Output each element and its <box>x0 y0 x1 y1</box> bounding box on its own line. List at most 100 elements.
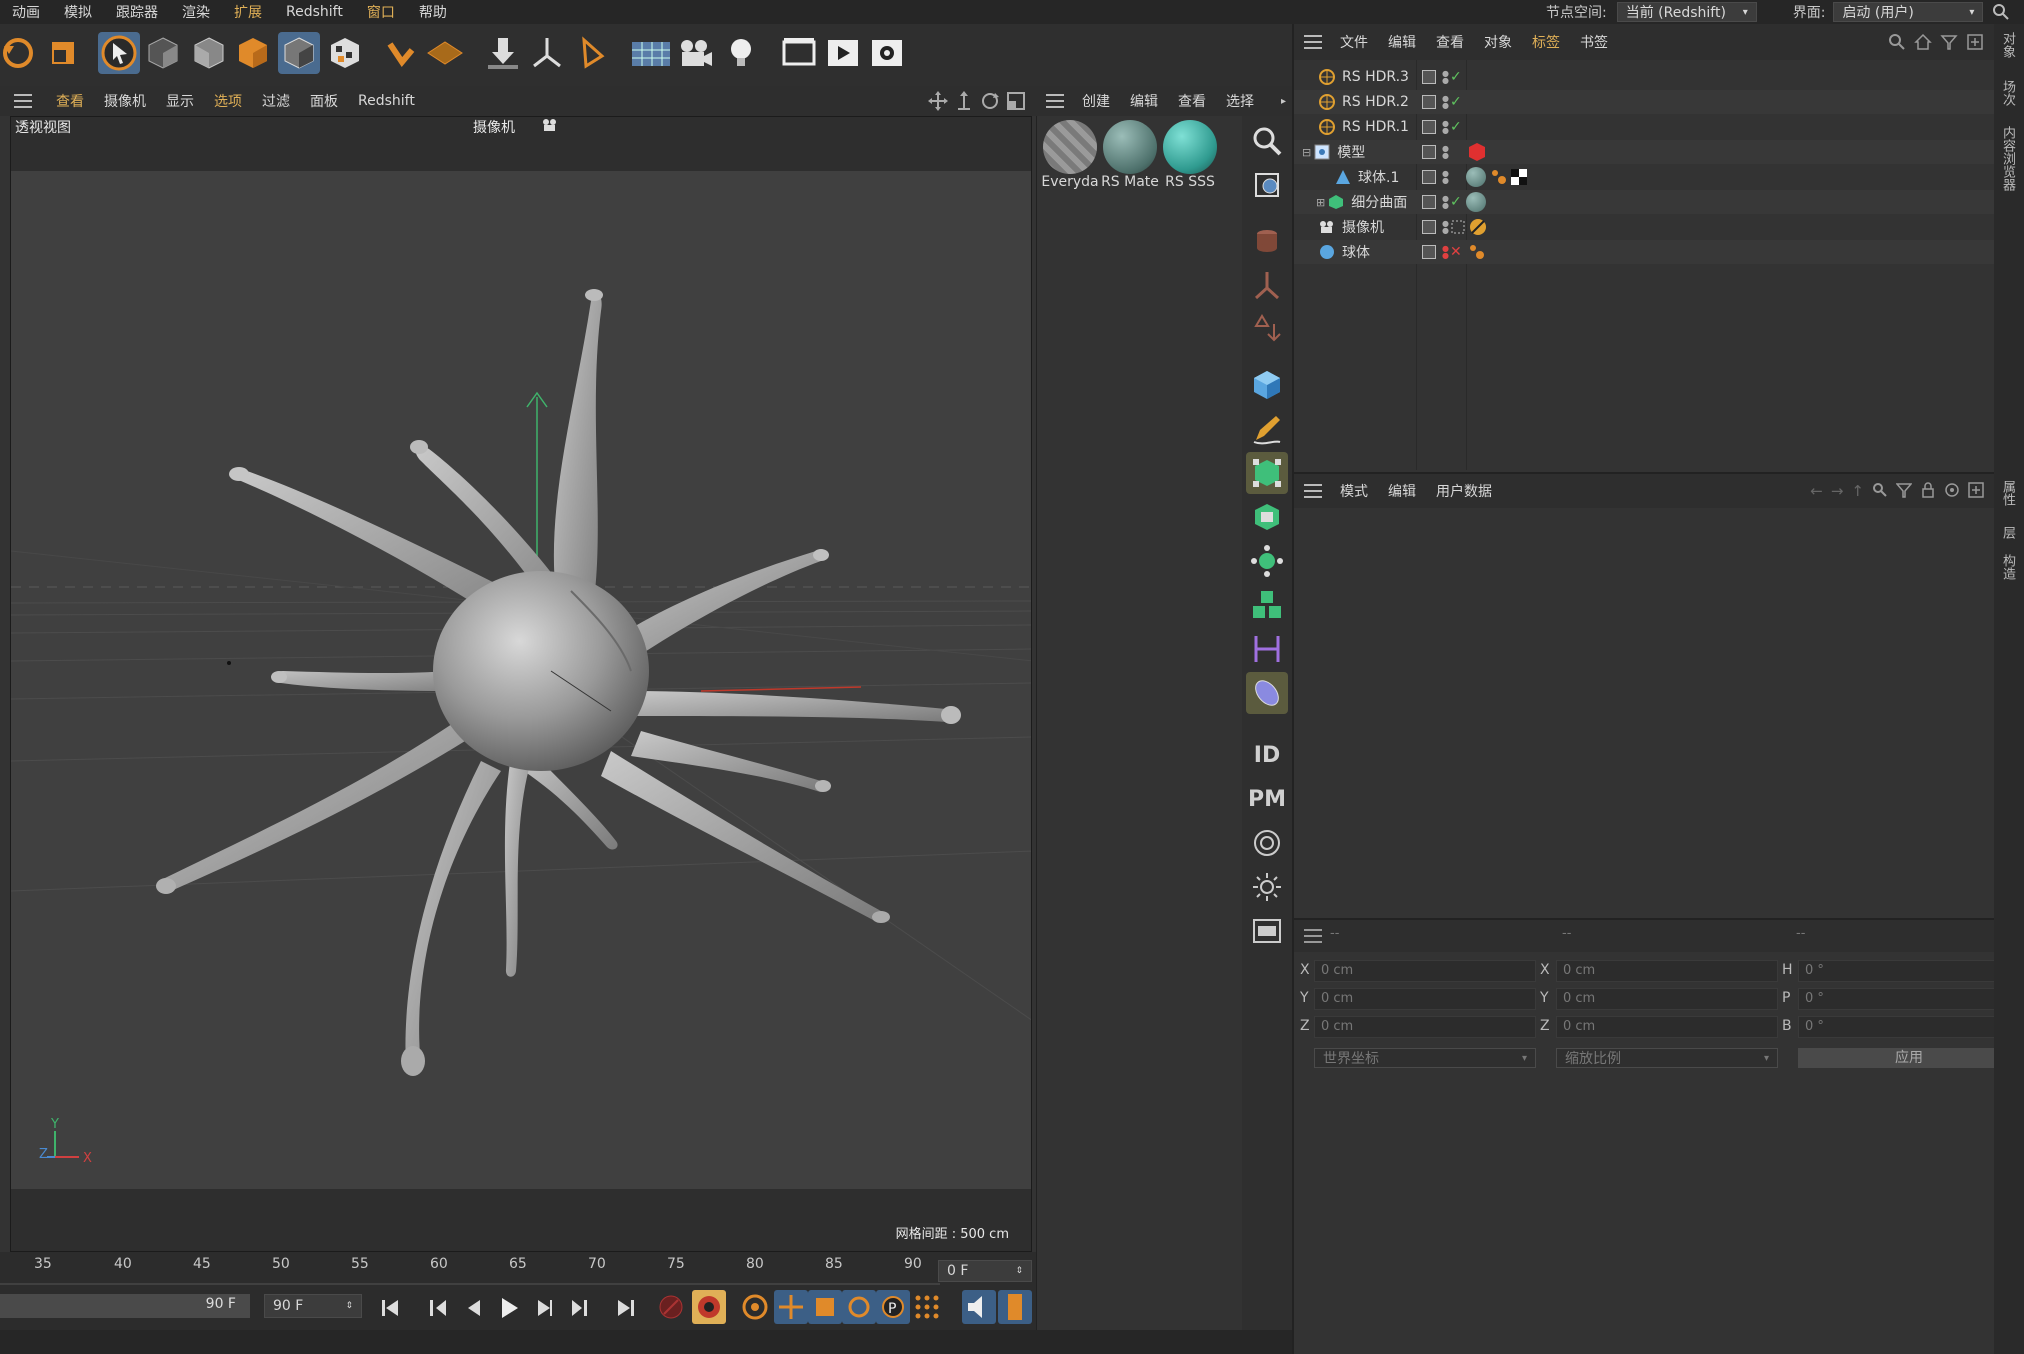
target-icon[interactable] <box>1944 482 1960 498</box>
phong-tag-icon[interactable] <box>1468 243 1486 261</box>
filter-icon[interactable] <box>1940 33 1958 51</box>
visibility-dots[interactable]: ● ● <box>1442 120 1449 135</box>
scale-key-icon[interactable] <box>808 1290 842 1324</box>
environment-tool[interactable] <box>1246 822 1288 864</box>
new-window-icon[interactable] <box>1968 482 1984 498</box>
rotate-view-icon[interactable] <box>980 91 1000 111</box>
material-menu-select[interactable]: 选择 <box>1216 91 1264 111</box>
timeline-range-bar[interactable]: 90 F <box>0 1294 250 1318</box>
light-button[interactable] <box>720 32 762 74</box>
rot-b-field[interactable]: 0 ° <box>1798 1016 2020 1038</box>
deformer-tool[interactable] <box>1246 308 1288 350</box>
world-coords-dropdown[interactable]: 世界坐标 ▾ <box>1314 1048 1536 1068</box>
material-menu-view[interactable]: 查看 <box>1168 91 1216 111</box>
rot-p-field[interactable]: 0 ° <box>1798 988 2020 1010</box>
menu-simulate[interactable]: 模拟 <box>52 2 104 22</box>
layout-dropdown[interactable]: 启动 (用户) ▾ <box>1833 2 1984 22</box>
disabled-cross[interactable]: ✕ <box>1450 244 1462 260</box>
visibility-dots[interactable]: ● ● <box>1442 170 1449 185</box>
up-arrow-icon[interactable]: ↑ <box>1851 482 1864 500</box>
filter-icon[interactable] <box>1896 482 1912 498</box>
visibility-dots[interactable]: ● ● <box>1442 220 1449 235</box>
tab-attributes[interactable]: 属性 <box>1998 480 2017 506</box>
material-tag-icon[interactable] <box>1466 192 1486 212</box>
camera-button[interactable] <box>674 32 716 74</box>
pos-y-field[interactable]: 0 cm <box>1314 988 1536 1010</box>
edit-checkbox[interactable] <box>1422 120 1436 134</box>
param-key-icon[interactable]: P <box>876 1290 910 1324</box>
hamburger-icon[interactable] <box>1302 481 1326 501</box>
menu-redshift[interactable]: Redshift <box>274 4 355 20</box>
viewport-menu-display[interactable]: 显示 <box>156 91 204 111</box>
tab-objects[interactable]: 对象 <box>1998 32 2017 58</box>
select-tool-button[interactable] <box>98 32 140 74</box>
search-icon[interactable] <box>1888 33 1906 51</box>
cloner-tool[interactable] <box>1246 584 1288 626</box>
drop-to-floor-button[interactable] <box>482 32 524 74</box>
current-frame-field[interactable]: 0 F ⇕ <box>938 1260 1032 1282</box>
visibility-dots[interactable]: ● ● <box>1442 70 1449 85</box>
om-menu-objects[interactable]: 对象 <box>1474 32 1522 52</box>
material-swatch[interactable]: RS Mate <box>1101 116 1159 194</box>
attr-menu-userdata[interactable]: 用户数据 <box>1426 481 1502 501</box>
enabled-check[interactable]: ✓ <box>1450 119 1462 135</box>
object-row[interactable]: RS HDR.3 ● ● ✓ <box>1294 65 1994 89</box>
point-mode-button[interactable] <box>188 32 230 74</box>
film-icon[interactable] <box>998 1290 1032 1324</box>
edit-checkbox[interactable] <box>1422 145 1436 159</box>
viewport-menu-filter[interactable]: 过滤 <box>252 91 300 111</box>
lock-icon[interactable] <box>1920 482 1936 498</box>
object-row[interactable]: RS HDR.2 ● ● ✓ <box>1294 90 1994 114</box>
search-tool[interactable] <box>1246 120 1288 162</box>
go-to-end-icon[interactable] <box>612 1294 640 1322</box>
phong-tag-icon[interactable] <box>1490 168 1508 186</box>
maximize-view-icon[interactable] <box>1006 91 1026 111</box>
scale-mode-dropdown[interactable]: 缩放比例 ▾ <box>1556 1048 1778 1068</box>
extrude-tool[interactable] <box>1246 496 1288 538</box>
play-icon[interactable] <box>494 1294 522 1322</box>
rotate-key-icon[interactable] <box>842 1290 876 1324</box>
visibility-dots[interactable]: ● ● <box>1442 245 1449 260</box>
material-menu-create[interactable]: 创建 <box>1072 91 1120 111</box>
measure-tool[interactable] <box>1246 628 1288 670</box>
material-swatch[interactable]: RS SSS <box>1161 116 1219 194</box>
hamburger-icon[interactable] <box>1302 926 1326 946</box>
workplane-button[interactable] <box>424 32 466 74</box>
render-region-button[interactable] <box>778 32 820 74</box>
tag-tool[interactable] <box>1246 220 1288 262</box>
hamburger-icon[interactable] <box>12 91 36 111</box>
viewport-menu-cameras[interactable]: 摄像机 <box>94 91 156 111</box>
object-id-tool[interactable]: ID <box>1246 734 1288 776</box>
search-icon[interactable] <box>1872 482 1888 498</box>
home-icon[interactable] <box>1914 33 1932 51</box>
scale-button[interactable] <box>42 32 84 74</box>
attr-menu-edit[interactable]: 编辑 <box>1378 481 1426 501</box>
joint-tool[interactable] <box>1246 264 1288 306</box>
viewport-menu-redshift[interactable]: Redshift <box>348 93 425 109</box>
generator-button[interactable] <box>572 32 614 74</box>
viewport-menu-view[interactable]: 查看 <box>46 91 94 111</box>
polygon-mode-button[interactable] <box>278 32 320 74</box>
material-swatch[interactable]: Everyda <box>1041 116 1099 194</box>
viewport-menu-options[interactable]: 选项 <box>204 91 252 111</box>
size-z-field[interactable]: 0 cm <box>1556 1016 1778 1038</box>
pen-tool[interactable] <box>1246 408 1288 450</box>
subdivision-tool[interactable] <box>1246 452 1288 494</box>
aov-tool[interactable] <box>1246 910 1288 952</box>
om-menu-edit[interactable]: 编辑 <box>1378 32 1426 52</box>
camera-target-icon[interactable] <box>1450 219 1466 235</box>
enabled-check[interactable]: ✓ <box>1450 69 1462 85</box>
sound-icon[interactable] <box>962 1290 996 1324</box>
edit-checkbox[interactable] <box>1422 220 1436 234</box>
enabled-check[interactable]: ✓ <box>1450 94 1462 110</box>
collapse-icon[interactable]: ⊟ <box>1302 146 1311 159</box>
perspective-viewport[interactable]: 透视视图 摄像机 Y Z X 网格间距: 500 cm <box>10 116 1032 1252</box>
rot-h-field[interactable]: 0 ° <box>1798 960 2020 982</box>
object-row[interactable]: ⊟ 模型 ● ● <box>1294 140 1994 164</box>
tab-content-browser[interactable]: 内容浏览器 <box>1998 126 2017 191</box>
hamburger-icon[interactable] <box>1044 91 1068 111</box>
edge-mode-button[interactable] <box>232 32 274 74</box>
render-view-button[interactable] <box>822 32 864 74</box>
texture-mode-button[interactable] <box>324 32 366 74</box>
undo-button[interactable] <box>0 32 42 74</box>
